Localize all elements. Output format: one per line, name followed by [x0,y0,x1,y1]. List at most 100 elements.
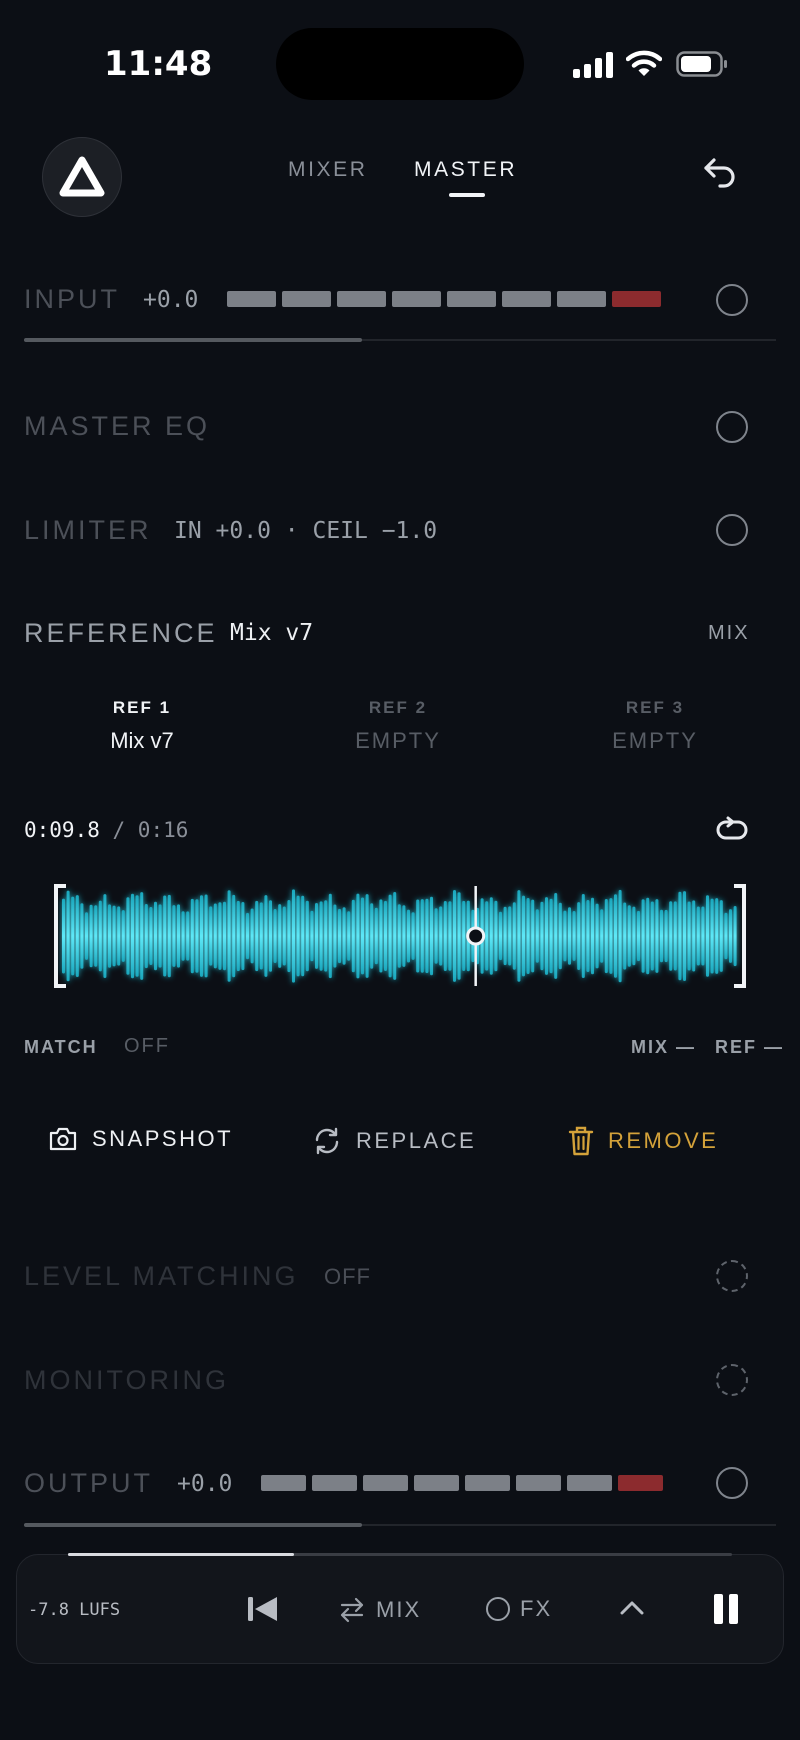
waveform-bar [347,911,351,961]
waveform-bar [660,909,663,963]
waveform-bar [282,906,286,966]
input-gain-value: +0.0 [143,287,199,313]
waveform-bar [577,902,581,970]
waveform-bar [393,892,397,980]
app-logo-button[interactable] [42,137,122,217]
waveform-bar [425,898,429,974]
mix-ref-switch-button[interactable]: MIX [338,1596,421,1624]
ref-slot-2[interactable]: REF 2 EMPTY [298,698,498,754]
waveform-bar [89,904,93,968]
output-section-title[interactable]: OUTPUT [24,1468,153,1499]
waveform-bar [227,890,231,982]
waveform-bar [338,908,341,964]
snapshot-button[interactable]: SNAPSHOT [48,1126,233,1152]
waveform-bar [443,901,447,971]
waveform-bar [172,905,176,967]
waveform-bar [292,889,295,983]
replace-button[interactable]: REPLACE [312,1126,476,1156]
waveform-bar [646,897,650,975]
undo-icon[interactable] [700,152,740,192]
waveform-bar [457,892,461,980]
output-fader-fill[interactable] [24,1523,362,1527]
waveform-bar [503,906,507,966]
tab-master[interactable]: MASTER [414,158,517,182]
waveform-bar [535,909,539,963]
ref-meter-label: REF — [715,1037,785,1057]
ref-slot-1[interactable]: REF 1 Mix v7 [42,698,242,754]
waveform-bar [402,905,406,967]
waveform-bar [154,901,157,971]
replace-label: REPLACE [356,1128,477,1153]
waveform-bar [673,901,677,971]
waveform-bar [236,900,240,972]
waveform-bar [706,895,709,977]
swap-arrows-icon [340,1597,364,1623]
waveform-bar [121,910,125,962]
waveform-bar [103,894,107,978]
waveform-bar [540,901,544,971]
fx-label: FX [520,1596,553,1621]
waveform-bar [328,893,332,979]
waveform-bar [177,904,180,968]
limiter-section-title[interactable]: LIMITER [24,515,152,546]
loop-icon[interactable] [714,816,750,844]
waveform-bar [112,905,116,967]
reference-waveform[interactable] [52,880,748,992]
limiter-bypass-toggle[interactable] [716,514,748,546]
waveform-bar [190,898,194,974]
limiter-settings-value: IN +0.0 · CEIL −1.0 [174,518,438,544]
waveform-bar [108,904,111,968]
waveform-bar [407,909,410,963]
input-bypass-toggle[interactable] [716,284,748,316]
skip-back-icon[interactable] [246,1594,280,1624]
waveform-bar [499,911,502,961]
waveform-bar [117,906,121,966]
waveform-bar [545,897,548,975]
fx-toggle-button[interactable]: FX [486,1596,552,1622]
master-eq-section-title[interactable]: MASTER EQ [24,411,210,442]
monitoring-toggle[interactable] [716,1364,748,1396]
ref-slot-3[interactable]: REF 3 EMPTY [555,698,755,754]
active-tab-indicator [449,193,485,197]
ref-slot-label: REF 2 [368,698,428,717]
level-matching-toggle[interactable] [716,1260,748,1292]
camera-icon [49,1127,77,1151]
pause-icon[interactable] [712,1592,740,1626]
waveform-bar [517,890,521,982]
waveform-bar [531,899,535,973]
waveform-bar [655,899,659,973]
playback-duration: 0:16 [137,818,189,842]
waveform-bar [595,903,599,969]
transport-progress-fill[interactable] [68,1553,294,1556]
match-value[interactable]: OFF [124,1035,170,1058]
tab-mixer[interactable]: MIXER [288,158,368,182]
waveform-bar [623,902,627,970]
waveform-bar [163,895,167,977]
waveform-bar [131,893,134,979]
output-bypass-toggle[interactable] [716,1467,748,1499]
waveform-bar [439,906,443,966]
remove-button[interactable]: REMOVE [568,1126,718,1156]
waveform-bar [232,894,236,978]
waveform-bar [71,896,75,976]
output-level-meter [261,1475,663,1491]
level-matching-section-title[interactable]: LEVEL MATCHING [24,1261,299,1292]
input-fader-fill[interactable] [24,338,362,342]
waveform-bar [678,891,682,981]
waveform-bar [246,912,249,960]
ref-slot-label: REF 3 [625,698,685,717]
input-section-title[interactable]: INPUT [24,284,120,315]
master-eq-bypass-toggle[interactable] [716,411,748,443]
waveform-bar [66,890,70,982]
refresh-icon [315,1127,339,1155]
waveform-bar [669,901,673,971]
output-gain-value: +0.0 [177,1471,233,1497]
waveform-bar [554,893,558,979]
chevron-up-icon[interactable] [618,1596,646,1620]
monitoring-section-title[interactable]: MONITORING [24,1365,229,1396]
waveform-bar [374,907,378,965]
reference-mix-toggle[interactable]: MIX [708,622,750,645]
reference-section-title[interactable]: REFERENCE [24,618,218,649]
waveform-bar [186,911,190,961]
waveform-bar [618,889,622,983]
